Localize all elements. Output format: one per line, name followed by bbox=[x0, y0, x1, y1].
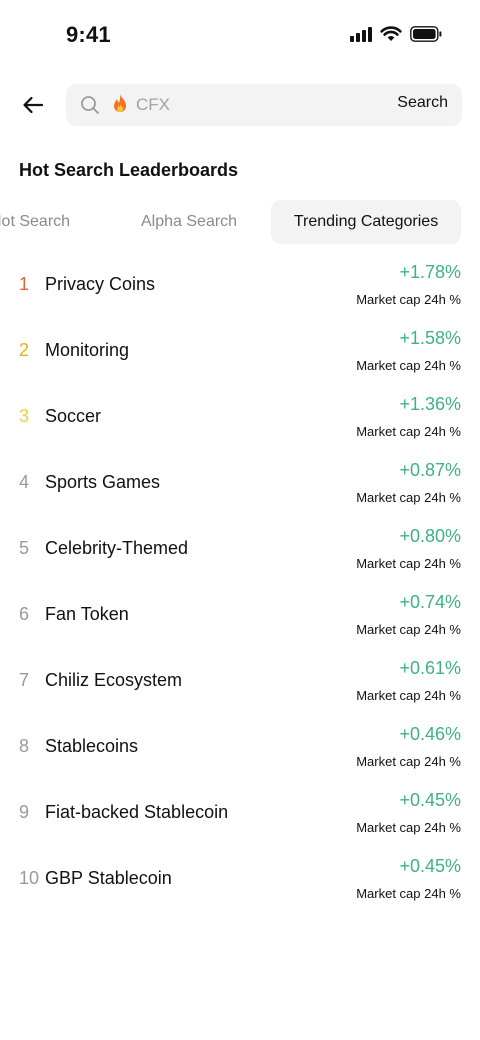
list-item[interactable]: 8 Stablecoins +0.46% Market cap 24h % bbox=[0, 714, 480, 780]
search-row: Search bbox=[0, 84, 480, 126]
rank-number: 6 bbox=[19, 604, 30, 624]
category-name: Fan Token bbox=[45, 604, 129, 624]
rank-number: 3 bbox=[19, 406, 30, 426]
change-percent: +0.45% bbox=[399, 856, 461, 876]
metric-label: Market cap 24h % bbox=[356, 886, 461, 901]
change-percent: +1.36% bbox=[399, 394, 461, 414]
back-button[interactable] bbox=[20, 92, 46, 118]
change-percent: +0.46% bbox=[399, 724, 461, 744]
metric-label: Market cap 24h % bbox=[356, 358, 461, 373]
change-percent: +1.78% bbox=[399, 262, 461, 282]
metric-label: Market cap 24h % bbox=[356, 424, 461, 439]
list-item[interactable]: 10 GBP Stablecoin +0.45% Market cap 24h … bbox=[0, 846, 480, 912]
rank-number: 2 bbox=[19, 340, 30, 360]
change-percent: +0.80% bbox=[399, 526, 461, 546]
change-percent: +0.74% bbox=[399, 592, 461, 612]
change-percent: +0.87% bbox=[399, 460, 461, 480]
metric-label: Market cap 24h % bbox=[356, 622, 461, 637]
category-name: Chiliz Ecosystem bbox=[45, 670, 183, 690]
rank-number: 1 bbox=[19, 274, 30, 294]
category-name: Stablecoins bbox=[45, 736, 139, 756]
category-name: Monitoring bbox=[45, 340, 130, 360]
category-name: Privacy Coins bbox=[45, 274, 156, 294]
rank-number: 4 bbox=[19, 472, 30, 492]
category-name: Soccer bbox=[45, 406, 102, 426]
tab-trending-categories[interactable]: Trending Categories bbox=[271, 200, 461, 244]
change-percent: +1.58% bbox=[399, 328, 461, 348]
rank-number: 5 bbox=[19, 538, 30, 558]
category-name: Sports Games bbox=[45, 472, 161, 492]
list-item[interactable]: 2 Monitoring +1.58% Market cap 24h % bbox=[0, 318, 480, 384]
list-item[interactable]: 1 Privacy Coins +1.78% Market cap 24h % bbox=[0, 252, 480, 318]
wifi-icon bbox=[380, 26, 402, 41]
category-name: Celebrity-Themed bbox=[45, 538, 189, 558]
metric-label: Market cap 24h % bbox=[356, 556, 461, 571]
status-time: 9:41 bbox=[66, 22, 111, 47]
search-box[interactable]: Search bbox=[66, 84, 462, 126]
list-item[interactable]: 4 Sports Games +0.87% Market cap 24h % bbox=[0, 450, 480, 516]
leaderboard-list: 1 Privacy Coins +1.78% Market cap 24h % … bbox=[0, 252, 480, 912]
list-item[interactable]: 7 Chiliz Ecosystem +0.61% Market cap 24h… bbox=[0, 648, 480, 714]
rank-number: 9 bbox=[19, 802, 30, 822]
fire-icon bbox=[110, 93, 130, 121]
metric-label: Market cap 24h % bbox=[356, 688, 461, 703]
signal-icon bbox=[350, 26, 372, 42]
metric-label: Market cap 24h % bbox=[356, 292, 461, 307]
metric-label: Market cap 24h % bbox=[356, 820, 461, 835]
rank-number: 7 bbox=[19, 670, 30, 690]
rank-number: 8 bbox=[19, 736, 30, 756]
section-title: Hot Search Leaderboards bbox=[19, 160, 239, 180]
search-button[interactable]: Search bbox=[397, 94, 448, 112]
change-percent: +0.45% bbox=[399, 790, 461, 810]
status-bar: 9:41 bbox=[0, 0, 480, 72]
metric-label: Market cap 24h % bbox=[356, 490, 461, 505]
status-icons bbox=[350, 26, 442, 42]
search-input[interactable] bbox=[136, 92, 376, 118]
rank-number: 10 bbox=[19, 868, 40, 888]
list-item[interactable]: 6 Fan Token +0.74% Market cap 24h % bbox=[0, 582, 480, 648]
leaderboard-tabs: Hot Search Alpha Search Trending Categor… bbox=[0, 200, 480, 244]
list-item[interactable]: 9 Fiat-backed Stablecoin +0.45% Market c… bbox=[0, 780, 480, 846]
metric-label: Market cap 24h % bbox=[356, 754, 461, 769]
battery-icon bbox=[410, 26, 442, 42]
category-name: GBP Stablecoin bbox=[45, 868, 172, 888]
magnifier-icon bbox=[81, 96, 99, 114]
category-name: Fiat-backed Stablecoin bbox=[45, 802, 229, 822]
back-arrow-icon bbox=[23, 96, 44, 114]
change-percent: +0.61% bbox=[399, 658, 461, 678]
list-item[interactable]: 3 Soccer +1.36% Market cap 24h % bbox=[0, 384, 480, 450]
tab-hot-search[interactable]: Hot Search bbox=[0, 200, 70, 244]
list-item[interactable]: 5 Celebrity-Themed +0.80% Market cap 24h… bbox=[0, 516, 480, 582]
tab-alpha-search[interactable]: Alpha Search bbox=[141, 200, 237, 244]
